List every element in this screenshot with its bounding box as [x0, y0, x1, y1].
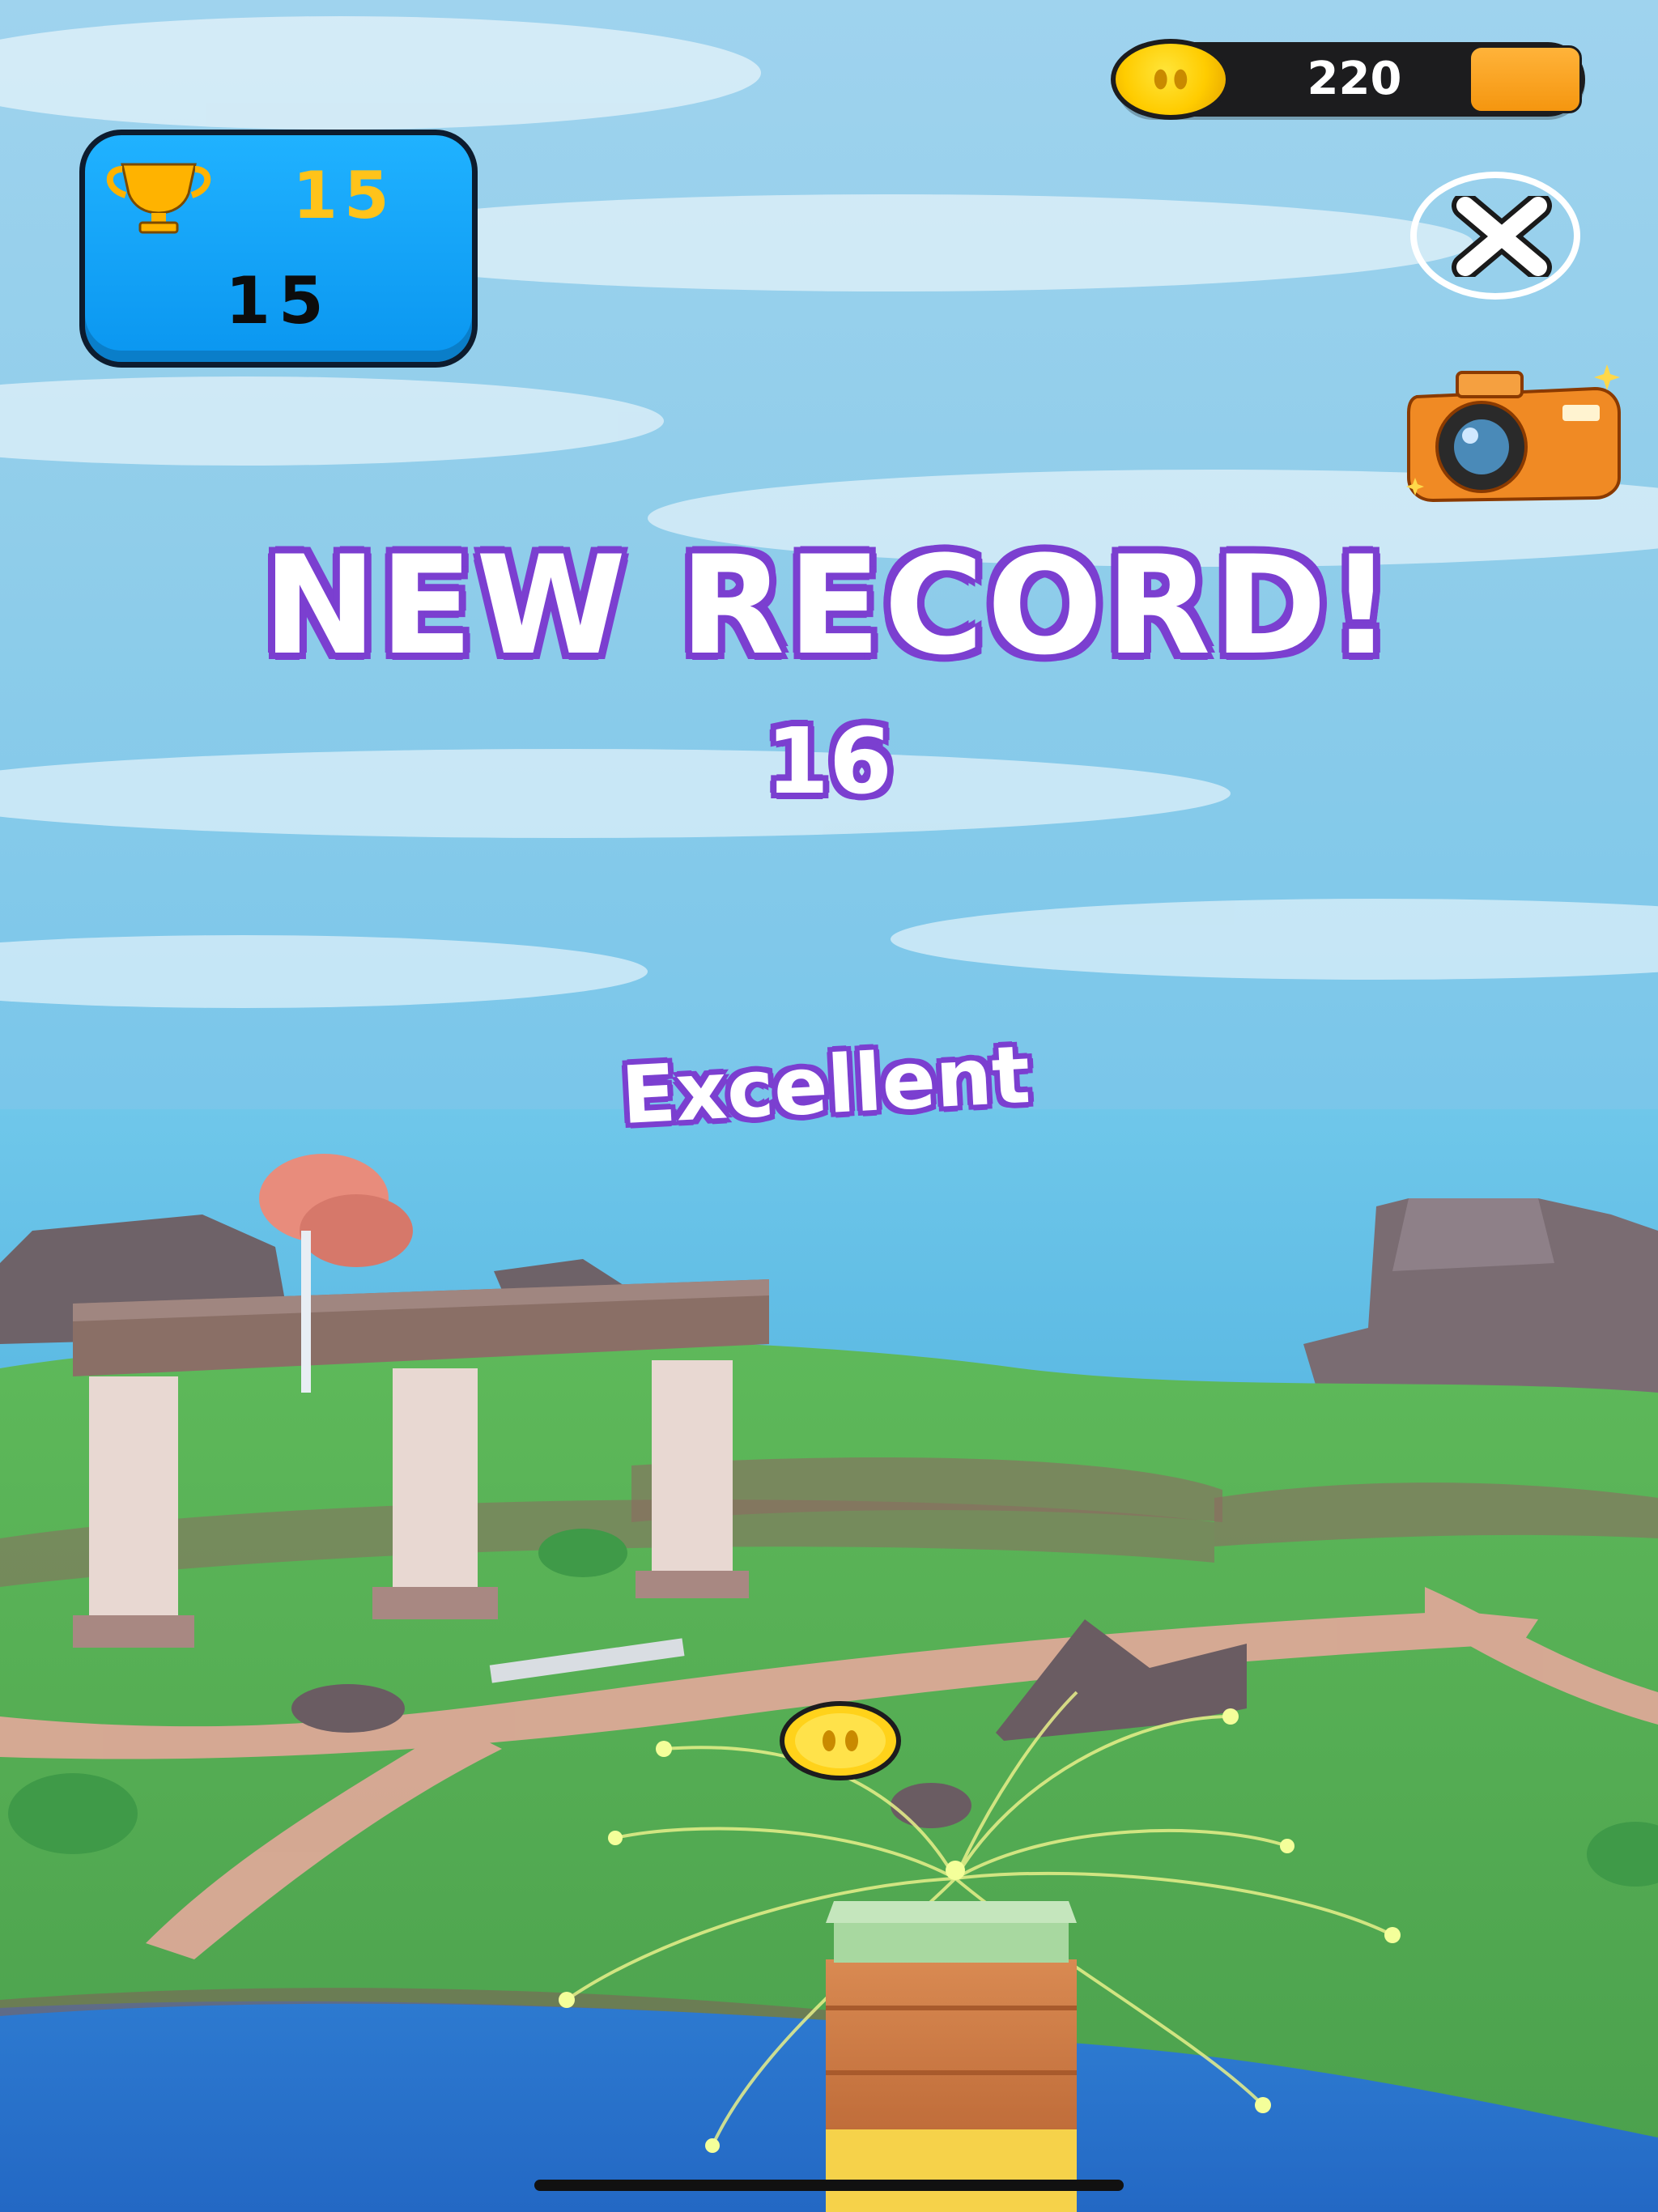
coin-counter: 220 — [1111, 39, 1585, 120]
new-record-title: NEW RECORD! — [262, 526, 1396, 685]
coin-count: 220 — [1307, 53, 1402, 105]
close-button[interactable] — [1410, 172, 1580, 300]
score-panel: 15 15 — [79, 130, 478, 368]
camera-icon[interactable] — [1401, 356, 1627, 502]
close-icon — [1452, 196, 1552, 277]
best-score: 15 — [292, 158, 396, 233]
record-score: 16 — [766, 709, 892, 815]
coin-icon — [1111, 39, 1231, 120]
current-score: 15 — [225, 263, 332, 338]
add-coins-button[interactable] — [1469, 45, 1582, 113]
home-indicator[interactable] — [534, 2180, 1124, 2191]
coin-pickup-icon — [780, 1701, 901, 1780]
trophy-icon — [106, 163, 211, 234]
crate-tower — [826, 1901, 1077, 2212]
